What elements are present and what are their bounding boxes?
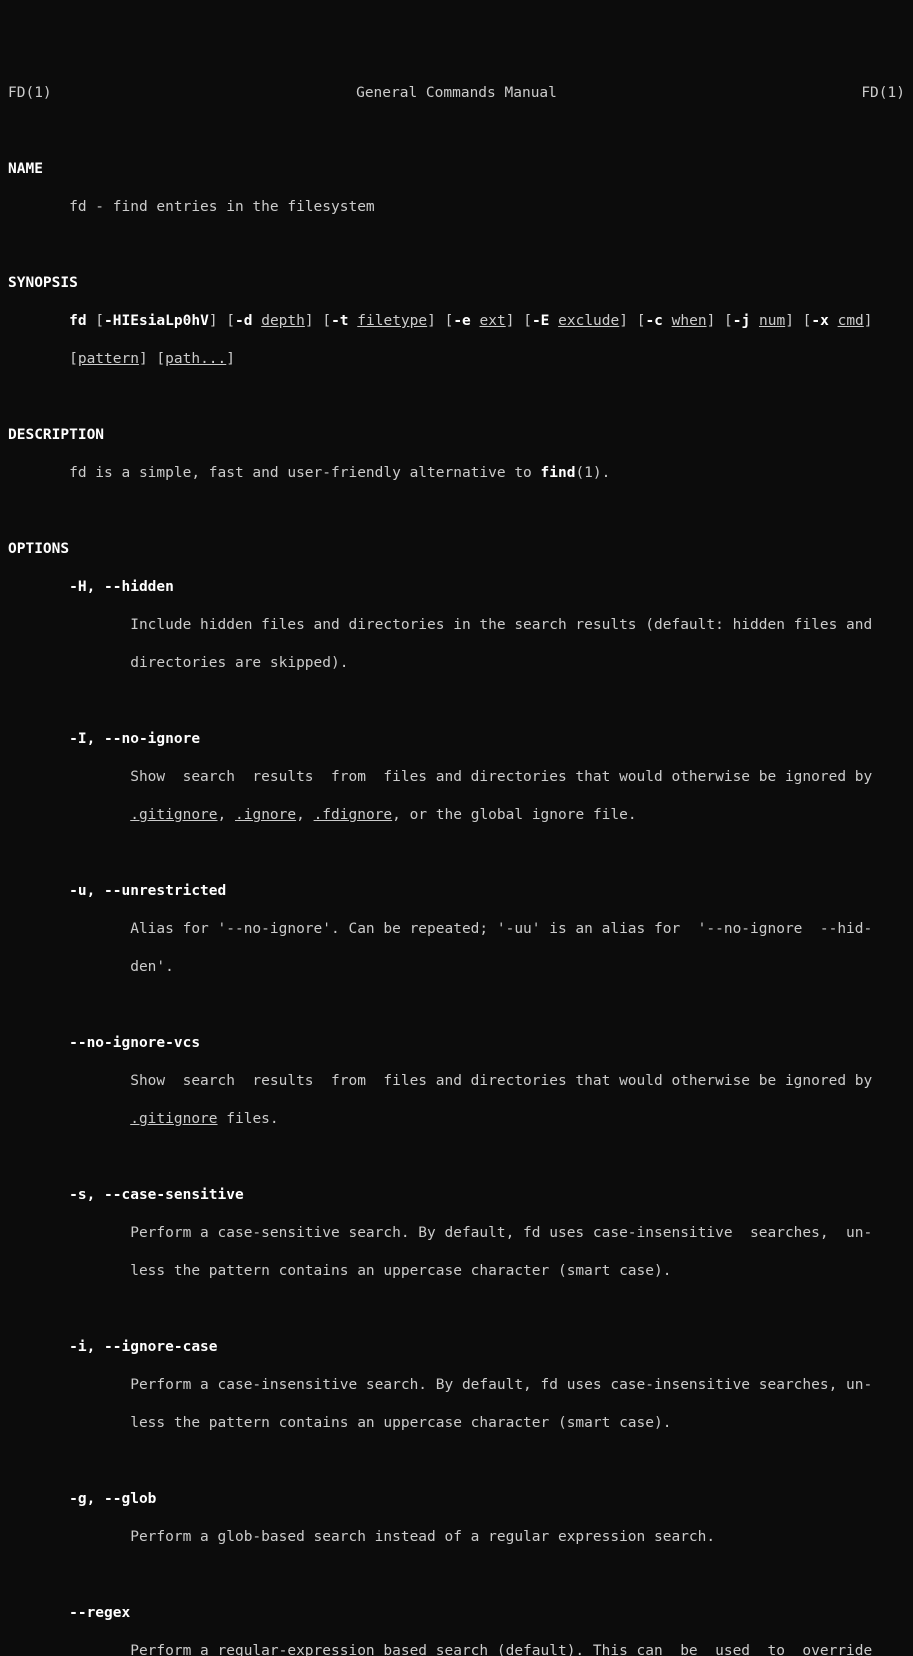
syn-j-flag: -j (733, 313, 750, 329)
syn-cmd: fd (69, 313, 86, 329)
opt-regex-l1: Perform a regular-expression based searc… (8, 1642, 905, 1656)
opt-noignore-l1: Show search results from files and direc… (8, 768, 905, 787)
man-header-right: FD(1) (861, 84, 905, 103)
blank-line (8, 844, 905, 863)
man-header-left: FD(1) (8, 84, 52, 103)
opt-case-flag: -s, --case-sensitive (8, 1186, 905, 1205)
opt-regex-flag: --regex (8, 1604, 905, 1623)
syn-exclude: exclude (558, 313, 619, 329)
desc-find: find (541, 465, 576, 481)
opt-hidden-l1: Include hidden files and directories in … (8, 616, 905, 635)
blank-line (8, 692, 905, 711)
syn-filetype: filetype (357, 313, 427, 329)
section-synopsis-heading: SYNOPSIS (8, 274, 905, 293)
syn-when: when (672, 313, 707, 329)
synopsis-line-1: fd [-HIEsiaLp0hV] [-d depth] [-t filetyp… (8, 312, 905, 331)
section-name-heading: NAME (8, 160, 905, 179)
opt-icase-flag: -i, --ignore-case (8, 1338, 905, 1357)
blank-line (8, 502, 905, 521)
opt-case-l1: Perform a case-sensitive search. By defa… (8, 1224, 905, 1243)
opt-glob-l1: Perform a glob-based search instead of a… (8, 1528, 905, 1547)
opt-icase-l1: Perform a case-insensitive search. By de… (8, 1376, 905, 1395)
blank-line (8, 388, 905, 407)
blank-line (8, 1566, 905, 1585)
novcs-post: files. (218, 1111, 279, 1127)
opt-unres-l2: den'. (8, 958, 905, 977)
synopsis-line-2: [pattern] [path...] (8, 350, 905, 369)
file-gitignore: .gitignore (130, 1111, 217, 1127)
flag-unrestricted: -u, --unrestricted (69, 883, 226, 899)
flag-glob: -g, --glob (69, 1491, 156, 1507)
syn-depth: depth (261, 313, 305, 329)
opt-hidden-l2: directories are skipped). (8, 654, 905, 673)
desc-post: (1). (575, 465, 610, 481)
blank-line (8, 122, 905, 141)
syn-ext: ext (480, 313, 506, 329)
blank-line (8, 1452, 905, 1471)
blank-line (8, 1148, 905, 1167)
section-options-heading: OPTIONS (8, 540, 905, 559)
noignore-post: , or the global ignore file. (392, 807, 636, 823)
flag-case-sensitive: -s, --case-sensitive (69, 1187, 244, 1203)
opt-unres-l1: Alias for '--no-ignore'. Can be repeated… (8, 920, 905, 939)
opt-noignore-l2: .gitignore, .ignore, .fdignore, or the g… (8, 806, 905, 825)
syn-path: path... (165, 351, 226, 367)
syn-E-flag: -E (532, 313, 549, 329)
sep: , (296, 807, 313, 823)
flag-no-ignore-vcs: --no-ignore-vcs (69, 1035, 200, 1051)
syn-cmd-arg: cmd (838, 313, 864, 329)
opt-case-l2: less the pattern contains an uppercase c… (8, 1262, 905, 1281)
syn-e-flag: -e (453, 313, 470, 329)
section-description-heading: DESCRIPTION (8, 426, 905, 445)
opt-novcs-l2: .gitignore files. (8, 1110, 905, 1129)
opt-unres-flag: -u, --unrestricted (8, 882, 905, 901)
sep: , (218, 807, 235, 823)
syn-num: num (759, 313, 785, 329)
blank-line (8, 1300, 905, 1319)
file-ignore: .ignore (235, 807, 296, 823)
blank-line (8, 996, 905, 1015)
man-header-row: FD(1) General Commands Manual FD(1) (8, 84, 905, 103)
syn-c-flag: -c (645, 313, 662, 329)
opt-icase-l2: less the pattern contains an uppercase c… (8, 1414, 905, 1433)
opt-novcs-flag: --no-ignore-vcs (8, 1034, 905, 1053)
blank-line (8, 236, 905, 255)
syn-pattern: pattern (78, 351, 139, 367)
syn-d-flag: -d (235, 313, 252, 329)
man-header-center: General Commands Manual (356, 84, 557, 103)
file-gitignore: .gitignore (130, 807, 217, 823)
opt-noignore-flag: -I, --no-ignore (8, 730, 905, 749)
description-text: fd is a simple, fast and user-friendly a… (8, 464, 905, 483)
syn-short-flags: -HIEsiaLp0hV (104, 313, 209, 329)
file-fdignore: .fdignore (314, 807, 393, 823)
opt-novcs-l1: Show search results from files and direc… (8, 1072, 905, 1091)
syn-x-flag: -x (811, 313, 828, 329)
flag-ignore-case: -i, --ignore-case (69, 1339, 217, 1355)
flag-no-ignore: -I, --no-ignore (69, 731, 200, 747)
opt-hidden-flag: -H, --hidden (8, 578, 905, 597)
desc-pre: fd is a simple, fast and user-friendly a… (8, 465, 541, 481)
syn-t-flag: -t (331, 313, 348, 329)
name-text: fd - find entries in the filesystem (8, 198, 905, 217)
opt-glob-flag: -g, --glob (8, 1490, 905, 1509)
flag-hidden: -H, --hidden (69, 579, 174, 595)
flag-regex: --regex (69, 1605, 130, 1621)
